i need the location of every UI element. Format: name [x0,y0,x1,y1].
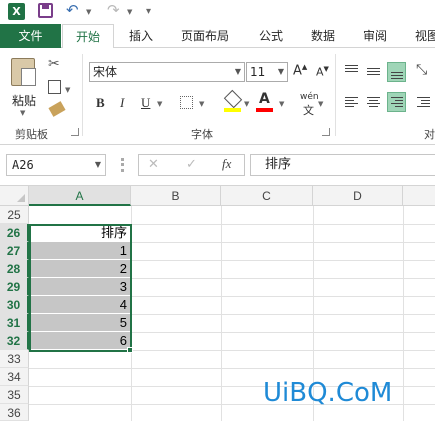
font-color-swatch [256,108,273,112]
tab-data[interactable]: 数据 [300,24,346,48]
decrease-font-size-button[interactable]: A▼ [316,65,329,79]
tab-formulas[interactable]: 公式 [248,24,294,48]
column-header-b[interactable]: B [131,186,221,206]
font-group-label: 字体 [191,128,213,141]
decrease-font-icon: A [316,65,324,79]
phonetic-guide-char: 文 [303,104,314,117]
gridline [29,368,435,369]
column-header-a[interactable]: A [29,186,131,206]
font-name-select[interactable]: 宋体 ▼ [89,62,245,82]
enter-icon[interactable]: ✓ [186,157,197,172]
row-header-30[interactable]: 30 [0,296,29,314]
redo-icon[interactable]: ↷ [107,1,120,19]
clipboard-group-label: 剪贴板 [15,128,48,141]
watermark-text: UiBQ.CoM [263,378,393,408]
paste-dropdown-icon[interactable]: ▼ [20,109,25,117]
phonetic-guide-icon[interactable]: wén [300,92,319,102]
row-header-34[interactable]: 34 [0,368,29,386]
customize-qat-icon[interactable]: ▾ [146,6,151,17]
group-divider [82,54,83,136]
ribbon-tabs: 文件 开始 插入 页面布局 公式 数据 审阅 视图 [0,24,435,49]
font-color-dropdown-icon[interactable]: ▼ [279,100,284,108]
clipboard-launcher-icon[interactable] [71,128,79,136]
row-header-32[interactable]: 32 [0,332,29,350]
undo-dropdown-icon[interactable]: ▼ [86,8,91,16]
font-size-dropdown-icon[interactable]: ▼ [278,63,284,81]
tab-file[interactable]: 文件 [0,24,61,48]
align-right-icon[interactable] [387,92,406,112]
borders-icon[interactable] [180,96,193,109]
font-size-value: 11 [250,65,266,79]
insert-function-button[interactable]: fx [222,156,231,172]
cut-icon[interactable]: ✂ [48,56,60,72]
excel-icon[interactable]: X [8,3,25,20]
row-header-31[interactable]: 31 [0,314,29,332]
align-left-icon[interactable] [343,94,360,111]
column-header-d[interactable]: D [313,186,403,206]
save-icon[interactable] [38,3,53,18]
formula-input[interactable]: 排序 [250,154,435,176]
row-header-35[interactable]: 35 [0,386,29,404]
fill-handle[interactable] [127,347,133,353]
selection-border [29,224,132,352]
tab-home[interactable]: 开始 [62,24,114,49]
name-box[interactable]: A26 ▼ [6,154,106,176]
alignment-group-label: 对 [424,128,435,141]
underline-button[interactable]: U [141,95,150,111]
name-box-dropdown-icon[interactable]: ▼ [95,155,101,175]
increase-font-size-button[interactable]: A▲ [293,63,307,78]
copy-icon[interactable] [48,80,61,94]
font-name-dropdown-icon[interactable]: ▼ [235,63,241,81]
font-name-value: 宋体 [93,65,118,79]
ribbon-home: 粘贴 ▼ ✂ ▼ 剪贴板 宋体 ▼ 11 ▼ A▲ A▼ B I U ▼ ▼ ▼… [0,48,435,145]
format-painter-icon[interactable] [48,101,66,117]
redo-dropdown-icon[interactable]: ▼ [127,8,132,16]
row-header-25[interactable]: 25 [0,206,29,224]
underline-dropdown-icon[interactable]: ▼ [157,100,162,108]
orientation-icon[interactable]: ⤡ [416,62,427,78]
decrease-indent-icon[interactable] [415,94,432,111]
formula-bar-resize-handle[interactable] [121,158,124,172]
font-launcher-icon[interactable] [322,128,330,136]
copy-dropdown-icon[interactable]: ▼ [65,86,70,94]
align-center-icon[interactable] [365,94,382,111]
borders-dropdown-icon[interactable]: ▼ [199,100,204,108]
tab-view[interactable]: 视图 [404,24,435,48]
align-bottom-icon[interactable] [387,62,406,82]
name-box-value: A26 [12,158,34,172]
align-middle-icon[interactable] [365,62,382,79]
font-color-icon[interactable]: A [259,91,270,107]
tab-page-layout[interactable]: 页面布局 [170,24,240,48]
row-header-29[interactable]: 29 [0,278,29,296]
fill-color-dropdown-icon[interactable]: ▼ [244,100,249,108]
undo-icon[interactable]: ↶ [66,1,79,19]
row-header-27[interactable]: 27 [0,242,29,260]
column-header-e[interactable]: E [403,186,435,206]
row-header-28[interactable]: 28 [0,260,29,278]
font-size-select[interactable]: 11 ▼ [246,62,288,82]
column-header-c[interactable]: C [221,186,313,206]
italic-button[interactable]: I [120,95,124,111]
group-divider [335,54,336,136]
paste-icon[interactable] [11,58,36,86]
quick-access-toolbar: X ↶ ▼ ↷ ▼ ▾ [0,0,435,24]
paste-button-label[interactable]: 粘贴 [12,92,36,109]
fill-color-icon[interactable] [223,89,243,109]
row-header-26[interactable]: 26 [0,224,29,242]
increase-font-icon: A [293,63,302,79]
bold-button[interactable]: B [96,95,105,111]
tab-review[interactable]: 审阅 [352,24,398,48]
formula-bar: A26 ▼ ✕ ✓ fx 排序 [0,145,435,186]
select-all-button[interactable] [0,186,29,206]
row-header-36[interactable]: 36 [0,404,29,421]
align-top-icon[interactable] [343,62,360,79]
tab-insert[interactable]: 插入 [118,24,164,48]
cancel-icon[interactable]: ✕ [148,157,159,172]
row-header-33[interactable]: 33 [0,350,29,368]
fill-color-swatch [224,108,241,112]
phonetic-dropdown-icon[interactable]: ▼ [318,100,323,108]
